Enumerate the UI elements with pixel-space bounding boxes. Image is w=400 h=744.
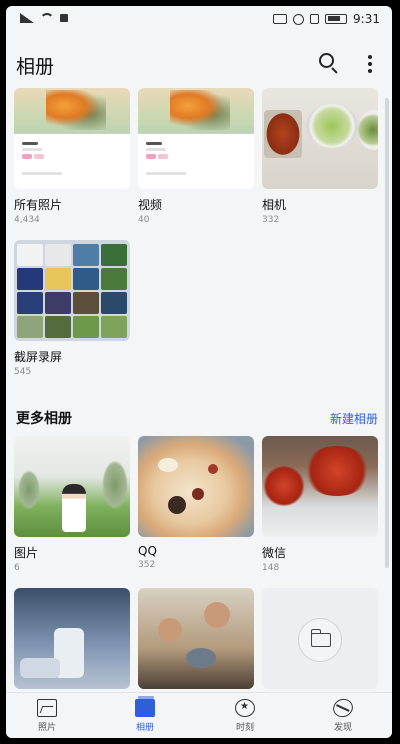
new-album-link[interactable]: 新建相册: [330, 410, 378, 427]
album-thumbnail: [14, 88, 130, 189]
new-album-tile[interactable]: [262, 588, 378, 689]
tab-photos[interactable]: 照片: [12, 697, 82, 733]
album-list[interactable]: 所有照片 4,434 视频 40 相机 332 截屏录屏 545 更多相册 新建…: [6, 86, 392, 689]
tab-label: 照片: [37, 723, 56, 733]
album-thumbnail: [138, 88, 254, 189]
album-screenshots[interactable]: 截屏录屏 545: [14, 240, 130, 377]
album-thumbnail: [262, 588, 378, 689]
album-name: 所有照片: [14, 198, 63, 212]
album-count: 148: [262, 563, 280, 573]
tab-label: 发现: [333, 723, 352, 733]
moments-icon: [235, 699, 255, 717]
album-thumbnail: [14, 436, 130, 537]
alarm-icon: [293, 13, 305, 25]
add-folder-button[interactable]: [298, 618, 342, 662]
page-title: 相册: [16, 56, 55, 78]
signal-icon: [20, 13, 34, 23]
search-icon[interactable]: [318, 52, 340, 74]
folder-icon: [311, 629, 331, 647]
clock: 9:31: [353, 12, 380, 26]
bottom-navigation: 照片 相册 时刻 发现: [6, 692, 392, 738]
album-thumbnail: [14, 240, 130, 341]
album-count: 545: [14, 367, 32, 377]
status-bar: 9:31: [6, 6, 392, 32]
album-count: 6: [14, 563, 20, 573]
album-name: QQ: [138, 544, 157, 558]
battery-icon: [325, 14, 348, 24]
tab-discover[interactable]: 发现: [308, 696, 378, 733]
album-name: 相机: [262, 198, 287, 212]
tab-albums[interactable]: 相册: [110, 696, 180, 733]
album-dance[interactable]: [14, 588, 130, 689]
album-all-photos[interactable]: 所有照片 4,434: [14, 88, 130, 225]
app-header: 相册: [6, 44, 392, 84]
album-camera[interactable]: 相机 332: [262, 88, 378, 225]
album-icon: [135, 696, 155, 717]
more-albums-title: 更多相册: [16, 411, 72, 427]
photo-icon: [37, 699, 57, 717]
album-count: 4,434: [14, 215, 40, 225]
gallery-screen: 9:31 相册 所有照片 4,434 视频 40 相机 332 截屏录屏 545…: [6, 6, 392, 738]
vibrate-icon: [310, 14, 320, 24]
album-thumbnail: [14, 588, 130, 689]
album-people[interactable]: [138, 588, 254, 689]
album-count: 40: [138, 215, 150, 225]
album-name: 视频: [138, 198, 163, 212]
more-options-icon[interactable]: [360, 53, 380, 75]
album-name: 截屏录屏: [14, 350, 63, 364]
tab-label: 相册: [135, 723, 154, 733]
album-thumbnail: [262, 436, 378, 537]
album-wechat[interactable]: 微信 148: [262, 436, 378, 573]
album-videos[interactable]: 视频 40: [138, 88, 254, 225]
album-name: 图片: [14, 546, 39, 560]
album-count: 352: [138, 560, 156, 570]
scrollbar[interactable]: [385, 98, 389, 568]
album-thumbnail: [138, 588, 254, 689]
album-count: 332: [262, 215, 280, 225]
album-thumbnail: [138, 436, 254, 537]
discover-icon: [330, 696, 356, 720]
album-thumbnail: [262, 88, 378, 189]
tab-moments[interactable]: 时刻: [210, 697, 280, 733]
wifi-icon: [40, 13, 54, 23]
album-name: 微信: [262, 546, 287, 560]
tab-label: 时刻: [235, 723, 254, 733]
album-pictures[interactable]: 图片 6: [14, 436, 130, 573]
notification-icon: [60, 14, 68, 22]
nfc-icon: [273, 14, 288, 24]
album-qq[interactable]: QQ 352: [138, 436, 254, 570]
